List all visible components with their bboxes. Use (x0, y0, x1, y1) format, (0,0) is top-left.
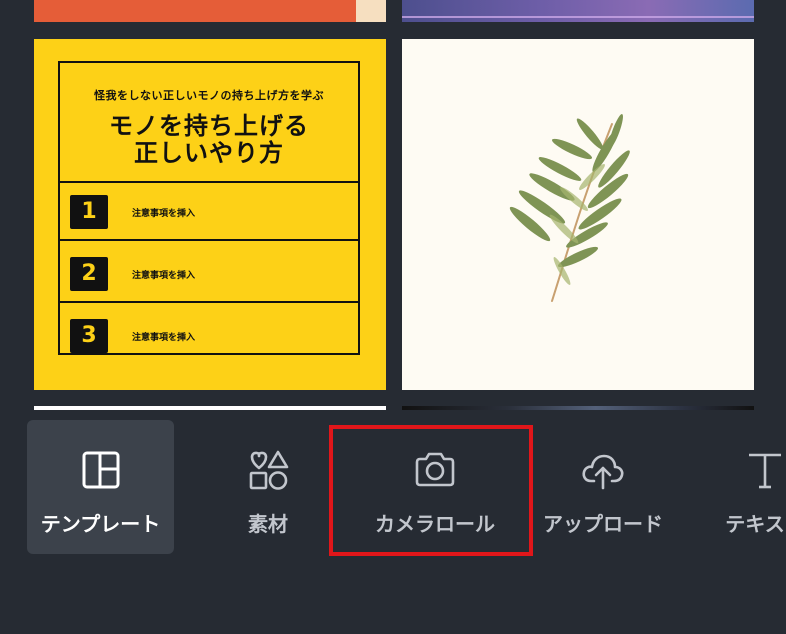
text-icon (749, 453, 781, 489)
template-layout-icon (82, 451, 119, 489)
template-grid: 怪我をしない正しいモノの持ち上げ方を学ぶ モノを持ち上げる 正しいやり方 1 注… (0, 0, 786, 410)
tab-text-label: テキスト (725, 512, 786, 536)
card-frame: 怪我をしない正しいモノの持ち上げ方を学ぶ モノを持ち上げる 正しいやり方 1 注… (58, 61, 360, 355)
template-card-top-right[interactable] (402, 0, 754, 22)
card-accent (356, 0, 386, 22)
card-header: 怪我をしない正しいモノの持ち上げ方を学ぶ モノを持ち上げる 正しいやり方 (60, 63, 358, 183)
row-number-badge: 1 (70, 195, 108, 229)
tab-templates[interactable]: テンプレート (27, 420, 174, 554)
checklist-row: 3 注意事項を挿入 (60, 305, 358, 365)
cloud-upload-icon (582, 454, 624, 490)
shapes-icon (249, 450, 289, 490)
row-text: 注意事項を挿入 (132, 333, 196, 343)
olive-branch-illustration (509, 114, 630, 302)
row-text: 注意事項を挿入 (132, 271, 196, 281)
row-text: 注意事項を挿入 (132, 209, 196, 219)
card-title-line: 正しいやり方 (134, 139, 284, 167)
card-title: モノを持ち上げる 正しいやり方 (60, 113, 358, 167)
card-subtitle: 怪我をしない正しいモノの持ち上げ方を学ぶ (94, 89, 324, 102)
card-title-line: モノを持ち上げる (109, 112, 309, 140)
tab-templates-label: テンプレート (40, 512, 161, 536)
template-card-top-left[interactable] (34, 0, 386, 22)
camera-icon (415, 452, 455, 487)
template-card-lifting-guide[interactable]: 怪我をしない正しいモノの持ち上げ方を学ぶ モノを持ち上げる 正しいやり方 1 注… (34, 39, 386, 390)
checklist-row: 2 注意事項を挿入 (60, 243, 358, 303)
card-accent (402, 16, 754, 18)
tab-text[interactable]: テキスト (690, 420, 786, 554)
checklist-row: 1 注意事項を挿入 (60, 181, 358, 241)
tab-camera-roll[interactable]: カメラロール (340, 420, 530, 554)
row-number-badge: 3 (70, 319, 108, 353)
tab-elements[interactable]: 素材 (198, 420, 338, 554)
row-number-badge: 2 (70, 257, 108, 291)
template-card-olive-branch[interactable] (402, 39, 754, 390)
tab-upload[interactable]: アップロード (532, 420, 674, 554)
bottom-toolbar: テンプレート 素材 カメラロール アップロード テキスト (0, 410, 786, 634)
tab-camera-roll-label: カメラロール (375, 512, 495, 536)
tab-upload-label: アップロード (543, 512, 663, 536)
tab-elements-label: 素材 (248, 512, 288, 536)
